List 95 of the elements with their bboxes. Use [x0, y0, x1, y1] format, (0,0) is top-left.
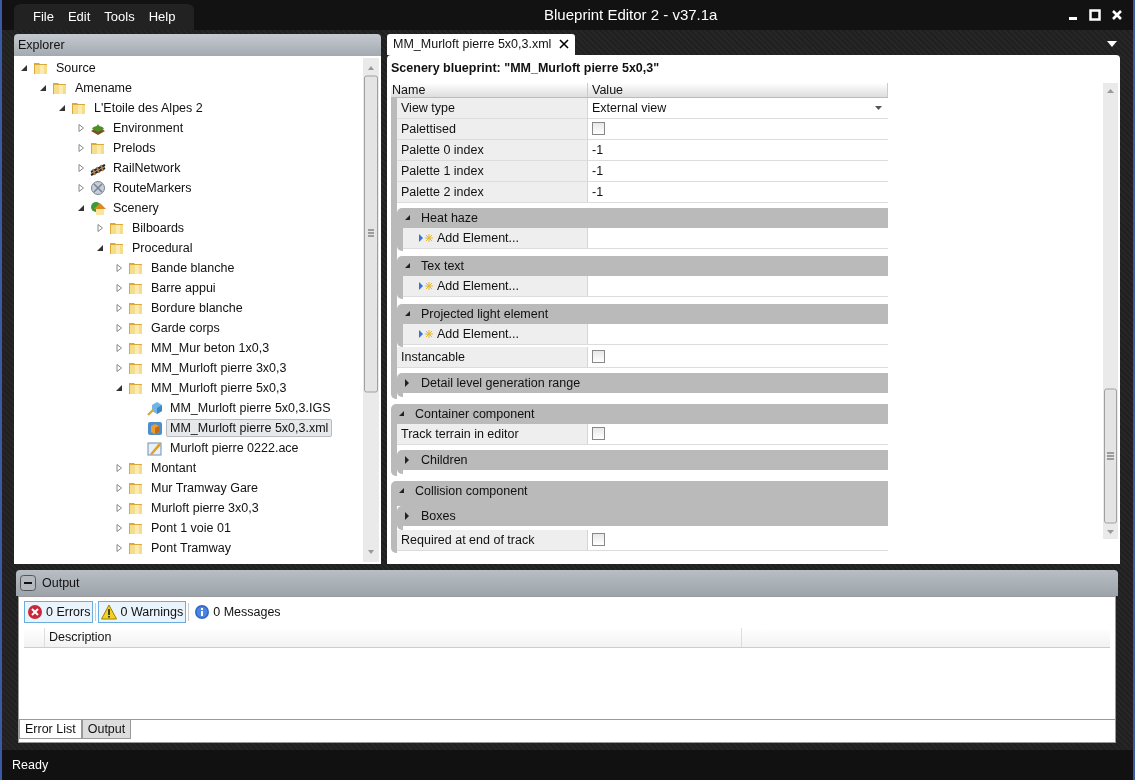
box-icon: [147, 419, 163, 436]
scrollbar[interactable]: [363, 57, 379, 562]
checkbox[interactable]: [592, 533, 605, 547]
collapse-arrow-icon[interactable]: [404, 310, 411, 318]
column-header: Value: [588, 82, 888, 97]
panel-title: Explorer: [14, 33, 381, 56]
property-name: Required at end of track: [401, 532, 535, 547]
tree-item[interactable]: Amename: [71, 78, 136, 97]
blueprint-heading: Scenery blueprint: "MM_Murloft pierre 5x0,3": [390, 59, 661, 77]
tree-item[interactable]: Barre appui: [147, 278, 220, 297]
property-name: Instancable: [401, 349, 465, 364]
brush-icon: [147, 439, 163, 456]
column-header: Description: [45, 627, 742, 647]
property-name: Palette 1 index: [401, 163, 484, 178]
expand-arrow-icon[interactable]: [404, 455, 411, 464]
add-icon: [419, 280, 434, 291]
panel-title: Output: [42, 575, 80, 590]
house-icon: [90, 199, 106, 216]
tree-item[interactable]: L'Etoile des Alpes 2: [90, 98, 207, 117]
tree-item[interactable]: Environment: [109, 118, 188, 137]
tree-item[interactable]: Mur Tramway Gare: [147, 478, 262, 497]
group-header[interactable]: Collision component: [391, 480, 888, 501]
caret-icon: [875, 105, 882, 110]
info-icon: [194, 603, 211, 620]
collapse-arrow-icon[interactable]: [398, 410, 405, 418]
tree-item[interactable]: MM_Murloft pierre 5x0,3.IGS: [166, 398, 335, 417]
tree-item[interactable]: Bordure blanche: [147, 298, 247, 317]
tree-item[interactable]: Bande blanche: [147, 258, 239, 277]
tree-item[interactable]: Bilboards: [128, 218, 189, 237]
group-header[interactable]: Boxes: [397, 505, 888, 526]
collapse-arrow-icon[interactable]: [58, 103, 66, 112]
group-header[interactable]: Container component: [391, 403, 888, 424]
group-header[interactable]: Detail level generation range: [397, 372, 888, 393]
collapse-arrow-icon[interactable]: [39, 83, 47, 92]
filter-button[interactable]: 0 Errors: [24, 600, 94, 623]
menu-item[interactable]: File: [26, 9, 61, 25]
group-header[interactable]: Tex text: [397, 255, 888, 276]
cube-icon: [147, 399, 163, 416]
tree-item[interactable]: Scenery: [109, 198, 163, 217]
tree-item[interactable]: Murloft pierre 0222.ace: [166, 438, 303, 457]
collapse-arrow-icon[interactable]: [77, 203, 85, 212]
scrollbar[interactable]: [1103, 82, 1118, 539]
tree-item[interactable]: Procedural: [128, 238, 197, 257]
document-tab[interactable]: MM_Murloft pierre 5x0,3.xml: [387, 33, 576, 55]
collapse-arrow-icon[interactable]: [115, 383, 123, 392]
tree-item[interactable]: RailNetwork: [109, 158, 185, 177]
property-name: Palettised: [401, 121, 456, 136]
group-header[interactable]: Projected light element: [397, 303, 888, 324]
menu-item[interactable]: Help: [141, 9, 183, 25]
add-icon: [419, 232, 434, 243]
tree-item[interactable]: Pont 1 voie 01: [147, 518, 235, 537]
menu-item[interactable]: Tools: [97, 9, 142, 25]
group-header[interactable]: Children: [397, 449, 888, 470]
collapse-arrow-icon[interactable]: [404, 262, 411, 270]
tab[interactable]: Error List: [19, 720, 82, 740]
dropdown-caret-icon[interactable]: [1107, 41, 1117, 48]
warning-icon: [101, 603, 118, 620]
tree-item[interactable]: Garde corps: [147, 318, 224, 337]
tree-item[interactable]: Pont Tramway: [147, 538, 235, 557]
tree-item[interactable]: Montant: [147, 458, 201, 477]
property-name: Track terrain in editor: [401, 426, 519, 441]
tree-item[interactable]: MM_Murloft pierre 5x0,3: [147, 378, 291, 397]
checkbox[interactable]: [592, 122, 605, 136]
collapse-arrow-icon[interactable]: [20, 63, 28, 72]
collapse-button[interactable]: [20, 574, 36, 591]
group-header[interactable]: Heat haze: [397, 207, 888, 228]
filter-button[interactable]: 0 Messages: [191, 600, 284, 623]
filter-button[interactable]: 0 Warnings: [98, 600, 187, 623]
window-title: Blueprint Editor 2 - v37.1a: [544, 6, 718, 24]
collapse-arrow-icon[interactable]: [96, 243, 104, 252]
checkbox[interactable]: [592, 427, 605, 441]
tree-item[interactable]: MM_Murloft pierre 3x0,3: [147, 358, 291, 377]
tree-item[interactable]: Murloft pierre 3x0,3: [147, 498, 263, 517]
column-header: Name: [391, 82, 588, 97]
collapse-arrow-icon[interactable]: [404, 214, 411, 222]
expand-arrow-icon[interactable]: [404, 378, 411, 387]
maximize-icon[interactable]: [1089, 8, 1101, 21]
collapse-arrow-icon[interactable]: [398, 487, 405, 495]
expand-arrow-icon[interactable]: [404, 511, 411, 520]
menu-item[interactable]: Edit: [60, 9, 98, 25]
tree-item[interactable]: Source: [52, 58, 100, 77]
tree-item[interactable]: RouteMarkers: [109, 178, 196, 197]
status-text: Ready: [12, 758, 49, 773]
tree-item[interactable]: MM_Murloft pierre 5x0,3.xml: [166, 418, 333, 437]
property-name: Palette 2 index: [401, 184, 484, 199]
property-name: Palette 0 index: [401, 142, 484, 157]
tree-item[interactable]: MM_Mur beton 1x0,3: [147, 338, 274, 357]
tab[interactable]: Output: [81, 720, 132, 740]
marker-icon: [90, 179, 106, 196]
checkbox[interactable]: [592, 350, 605, 364]
close-icon[interactable]: [559, 39, 570, 50]
add-icon: [419, 328, 434, 339]
tree-item[interactable]: Prelods: [109, 138, 160, 157]
property-name: View type: [401, 100, 455, 115]
error-icon: [27, 603, 43, 620]
